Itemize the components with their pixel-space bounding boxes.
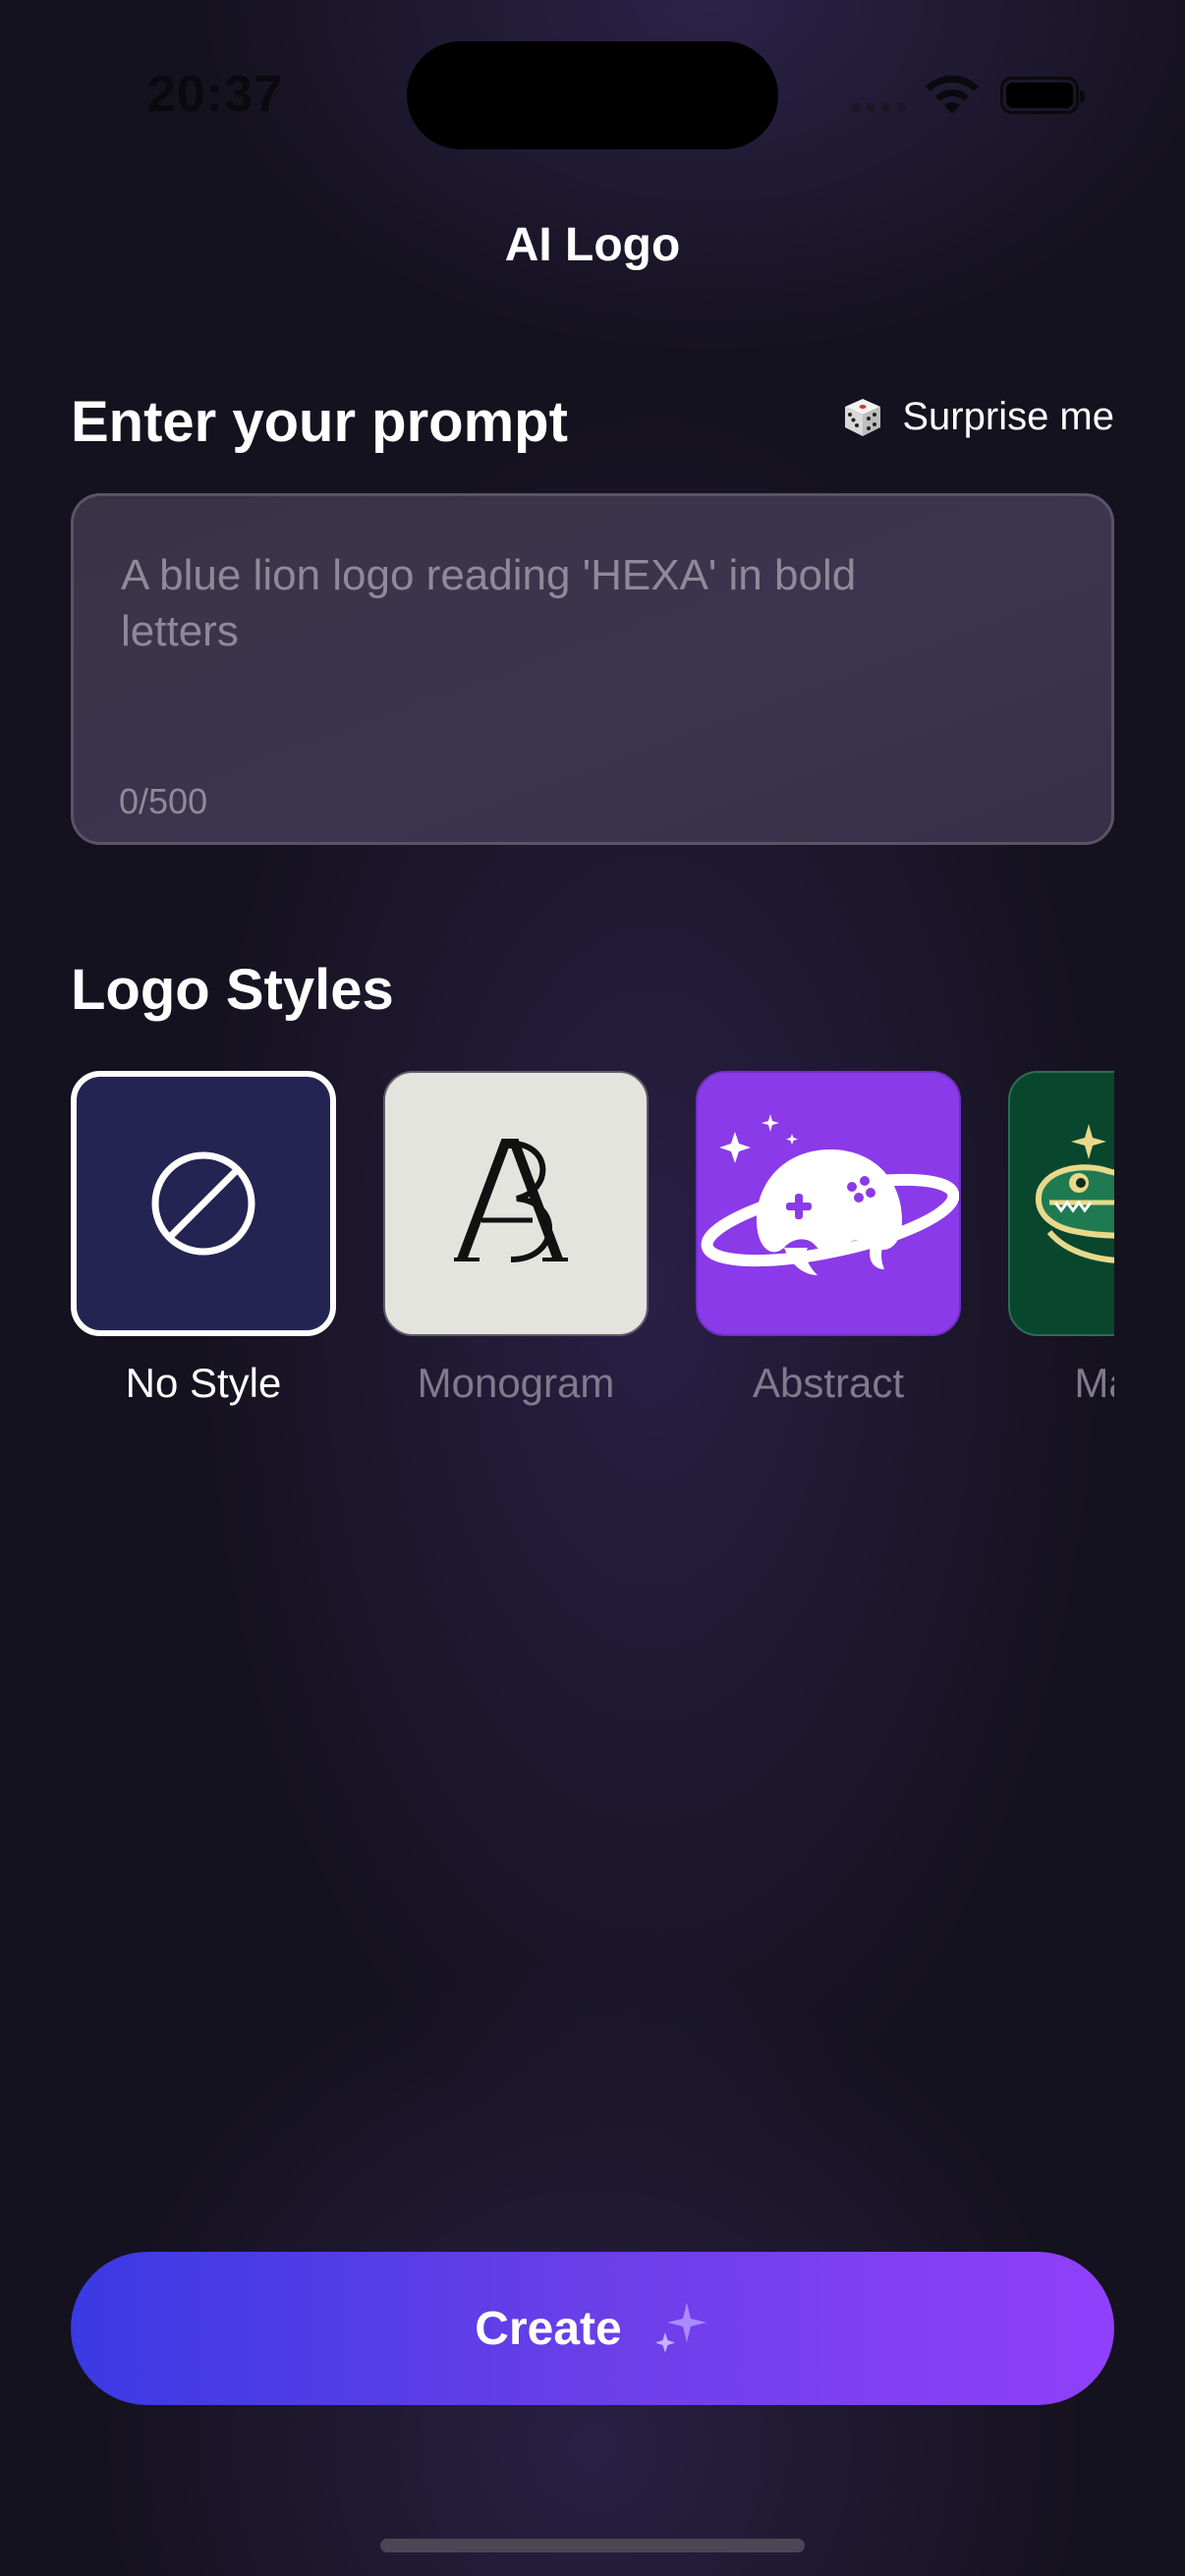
prompt-input[interactable]: A blue lion logo reading 'HEXA' in bold … — [71, 493, 1114, 845]
sparkle-icon — [654, 2303, 706, 2353]
prompt-placeholder: A blue lion logo reading 'HEXA' in bold … — [121, 551, 857, 655]
wifi-icon — [926, 75, 979, 114]
no-style-thumbnail — [71, 1071, 336, 1336]
style-card-monogram[interactable]: Monogram — [383, 1071, 649, 1407]
style-label: No Style — [125, 1360, 282, 1406]
home-indicator — [380, 2539, 805, 2552]
styles-section-title: Logo Styles — [71, 958, 394, 1022]
style-card-abstract[interactable]: Abstract — [696, 1071, 961, 1407]
monogram-thumbnail — [383, 1071, 649, 1336]
status-time: 20:37 — [147, 66, 283, 123]
cellular-icon — [851, 102, 906, 116]
style-label: Abstract — [752, 1360, 905, 1406]
dynamic-island — [407, 41, 778, 149]
page-title: AI Logo — [504, 219, 681, 271]
monogram-image — [454, 1139, 568, 1262]
styles-carousel[interactable]: No Style Monogram Abstract M — [71, 1071, 1114, 1425]
style-card-mascot[interactable]: Mascot — [1008, 1071, 1114, 1407]
mascot-thumbnail — [1008, 1071, 1114, 1336]
style-card-no-style[interactable]: No Style — [71, 1071, 336, 1407]
style-label: Mascot — [1074, 1360, 1114, 1406]
battery-icon — [1000, 77, 1085, 114]
create-button[interactable]: Create — [71, 2252, 1114, 2405]
surprise-me-button[interactable]: Surprise me — [839, 393, 1114, 440]
surprise-me-label: Surprise me — [902, 394, 1114, 438]
character-counter: 0/500 — [119, 781, 208, 821]
create-label: Create — [475, 2302, 622, 2355]
mascot-image — [1035, 1124, 1114, 1263]
prompt-section-title: Enter your prompt — [71, 390, 568, 454]
abstract-thumbnail — [696, 1071, 961, 1336]
abstract-image — [701, 1114, 959, 1275]
dice-icon — [845, 399, 881, 436]
style-label: Monogram — [417, 1360, 615, 1406]
no-style-icon — [151, 1151, 255, 1256]
